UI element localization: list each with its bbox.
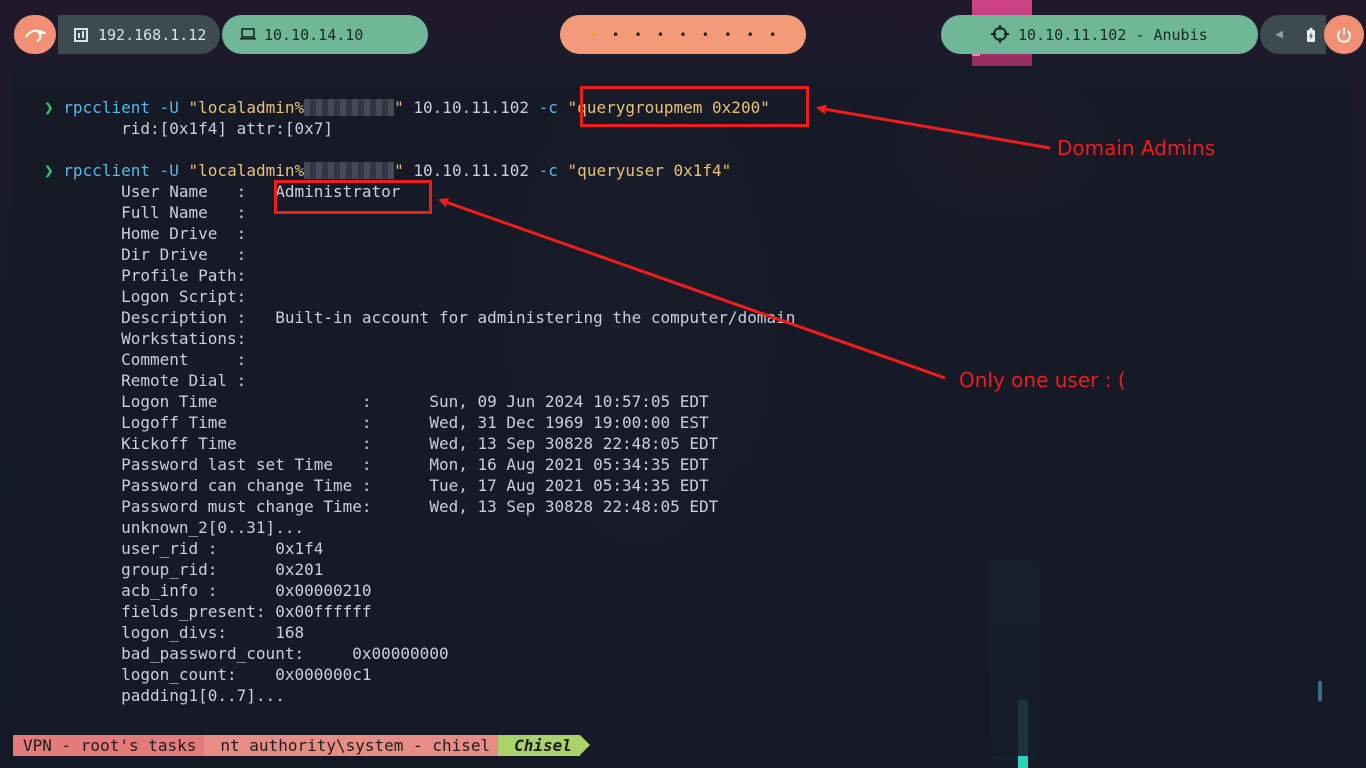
tab-vpn-root-tasks[interactable]: VPN - root's tasks (13, 735, 215, 756)
tmux-status-bar: VPN - root's tasks nt authority\system -… (13, 735, 590, 756)
annotation-domain-admins: Domain Admins (1057, 136, 1216, 160)
tab-label: VPN - root's tasks (23, 736, 197, 755)
arrow-to-querygroupmem (816, 104, 1051, 150)
tab-label: nt authority\system - chisel (220, 736, 491, 755)
tab-nt-authority-chisel[interactable]: nt authority\system - chisel (204, 735, 509, 756)
annotation-only-one-user: Only one user : ( (959, 368, 1126, 392)
tab-chisel[interactable]: Chisel (498, 735, 590, 756)
arrow-to-administrator (438, 197, 946, 380)
tab-label: Chisel (514, 736, 572, 755)
tab-separator (579, 735, 590, 755)
annotation-arrows (438, 104, 1051, 380)
